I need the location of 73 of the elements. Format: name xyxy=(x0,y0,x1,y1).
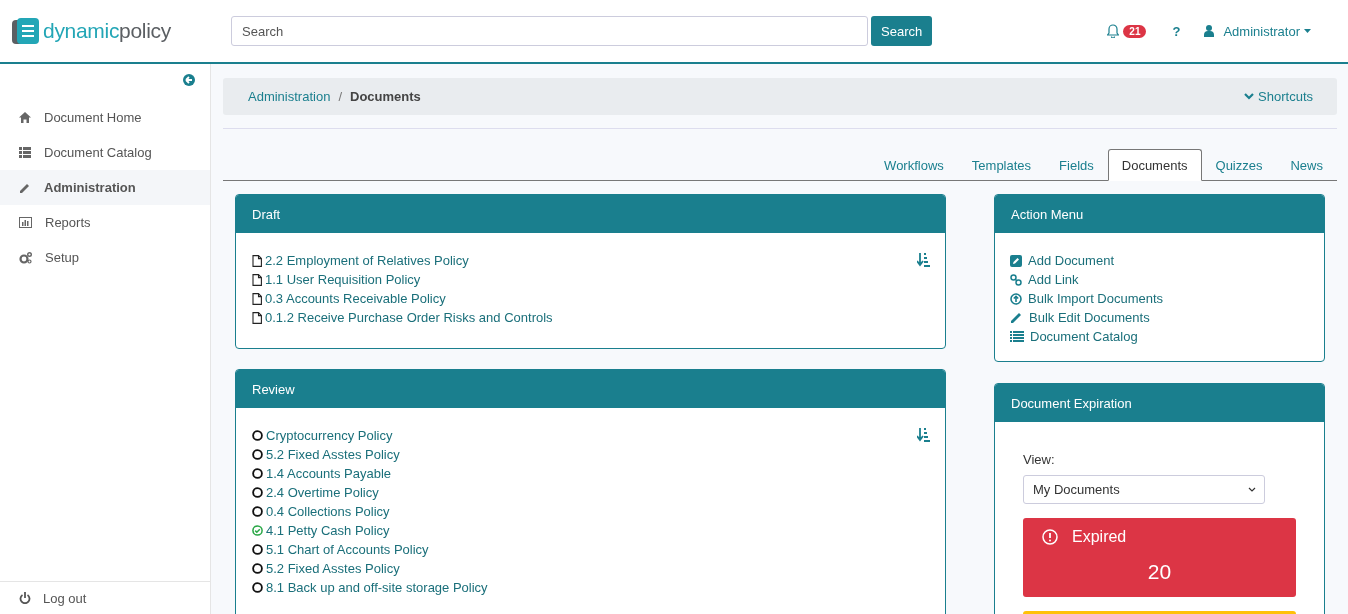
action-link[interactable]: Document Catalog xyxy=(1030,329,1138,344)
list-icon xyxy=(1010,331,1024,342)
alert-circle-icon xyxy=(1042,529,1058,545)
pencil-icon xyxy=(19,181,31,194)
collapse-icon[interactable] xyxy=(183,74,195,86)
home-icon xyxy=(19,112,31,123)
document-link[interactable]: 2.4 Overtime Policy xyxy=(266,485,379,500)
document-icon xyxy=(252,273,262,286)
document-link[interactable]: Cryptocurrency Policy xyxy=(266,428,393,443)
chevron-icon xyxy=(1248,487,1256,492)
document-link[interactable]: 0.1.2 Receive Purchase Order Risks and Controls xyxy=(265,310,553,325)
document-link[interactable]: 4.1 Petty Cash Policy xyxy=(266,523,390,538)
document-link[interactable]: 1.4 Accounts Payable xyxy=(266,466,392,481)
sidebar-item[interactable]: Document Catalog xyxy=(0,135,210,170)
action-link[interactable]: Add Link xyxy=(1028,272,1079,287)
bar-chart-icon xyxy=(19,217,32,228)
document-link[interactable]: 2.2 Employment of Relatives Policy xyxy=(265,253,469,268)
panel-title: Draft xyxy=(236,195,945,233)
document-link[interactable]: 1.1 User Requisition Policy xyxy=(265,272,421,287)
tab[interactable]: Quizzes xyxy=(1201,149,1277,181)
breadcrumb-link[interactable]: Administration xyxy=(248,89,331,104)
document-icon xyxy=(252,292,262,305)
sidebar-item[interactable]: Reports xyxy=(0,205,210,240)
user-icon xyxy=(1204,25,1215,37)
document-icon xyxy=(252,311,262,324)
tab[interactable]: Workflows xyxy=(870,149,958,181)
tab[interactable]: News xyxy=(1276,149,1337,181)
gears-icon xyxy=(19,251,32,264)
document-link[interactable]: 5.1 Chart of Accounts Policy xyxy=(266,542,429,557)
document-link[interactable]: 5.2 Fixed Asstes Policy xyxy=(266,561,400,576)
shortcuts-toggle[interactable]: Shortcuts xyxy=(1244,89,1313,104)
upload-circle-icon xyxy=(1010,292,1022,305)
panel-title: Document Expiration xyxy=(995,384,1324,422)
document-link[interactable]: 8.1 Back up and off-site storage Policy xyxy=(266,580,488,595)
document-link[interactable]: 5.2 Fixed Asstes Policy xyxy=(266,447,400,462)
document-link[interactable]: 0.4 Collections Policy xyxy=(266,504,390,519)
document-icon xyxy=(252,254,262,267)
sidebar-item[interactable]: Administration xyxy=(0,170,210,205)
logo-text: dynamicpolicy xyxy=(43,19,171,43)
edit-square-icon xyxy=(1010,254,1022,267)
logout-link[interactable]: Log out xyxy=(0,581,210,614)
help-link[interactable]: ? xyxy=(1172,23,1181,39)
logo-icon xyxy=(12,17,39,45)
pencil-icon xyxy=(1010,311,1023,324)
tab[interactable]: Documents xyxy=(1107,149,1202,181)
view-label: View: xyxy=(1023,452,1056,467)
expired-count: 20 xyxy=(1146,560,1173,584)
notification-count: 21 xyxy=(1123,24,1147,38)
sidebar-item[interactable]: Document Home xyxy=(0,100,210,135)
view-dropdown[interactable]: My Documents xyxy=(1023,475,1265,504)
panel-title: Review xyxy=(236,370,945,408)
sidebar-item[interactable]: Setup xyxy=(0,240,210,275)
breadcrumb-current: Documents xyxy=(350,89,421,104)
tab[interactable]: Fields xyxy=(1045,149,1108,181)
sort-icon[interactable] xyxy=(917,428,930,442)
action-link[interactable]: Bulk Edit Documents xyxy=(1029,310,1150,325)
document-link[interactable]: 0.3 Accounts Receivable Policy xyxy=(265,291,446,306)
action-link[interactable]: Bulk Import Documents xyxy=(1028,291,1164,306)
tab[interactable]: Templates xyxy=(957,149,1046,181)
caret-icon xyxy=(1304,29,1311,33)
action-link[interactable]: Add Document xyxy=(1028,253,1114,268)
list-icon xyxy=(19,147,31,158)
chevron-icon xyxy=(1244,93,1255,100)
sort-icon[interactable] xyxy=(917,253,930,267)
breadcrumb-separator: / xyxy=(338,89,342,104)
user-menu[interactable]: Administrator xyxy=(1223,23,1300,39)
search-button[interactable]: Search xyxy=(871,16,933,46)
link-icon xyxy=(1010,273,1022,286)
expired-label: Expired xyxy=(1072,528,1127,546)
panel-title: Action Menu xyxy=(995,195,1324,233)
power-icon xyxy=(19,592,31,604)
bell-icon[interactable] xyxy=(1107,24,1120,38)
search-field[interactable]: Search xyxy=(231,16,868,46)
